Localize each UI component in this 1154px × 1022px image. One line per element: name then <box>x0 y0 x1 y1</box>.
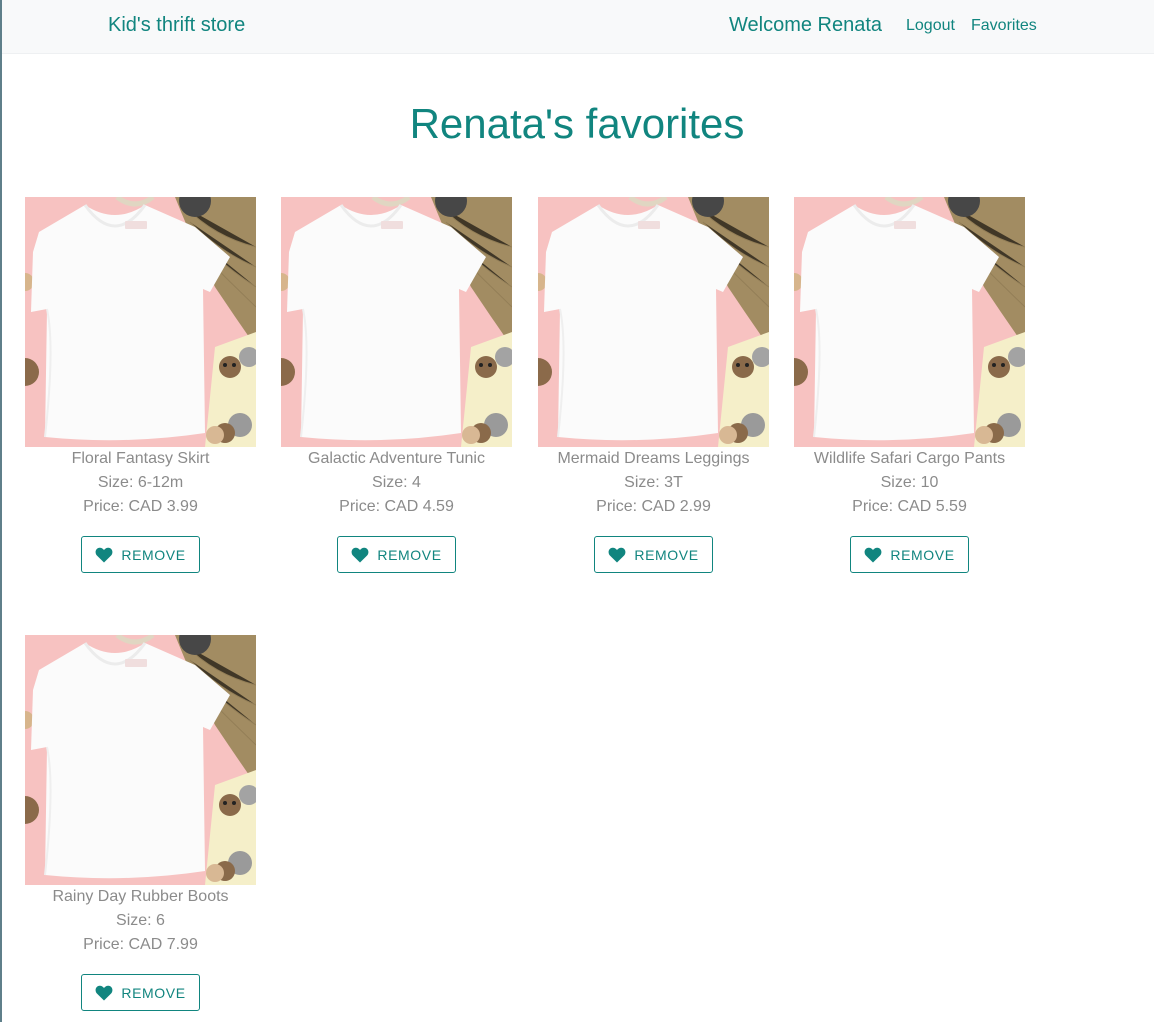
product-card: Floral Fantasy Skirt Size: 6-12m Price: … <box>25 197 256 573</box>
remove-button-label: REMOVE <box>121 546 186 563</box>
product-name: Wildlife Safari Cargo Pants <box>813 450 1006 467</box>
product-size: Size: 10 <box>880 474 939 491</box>
logout-link[interactable]: Logout <box>906 17 955 35</box>
product-price: Price: CAD 4.59 <box>339 498 454 515</box>
product-size: Size: 6 <box>116 912 165 929</box>
product-card: Rainy Day Rubber Boots Size: 6 Price: CA… <box>25 635 256 1011</box>
product-name: Rainy Day Rubber Boots <box>52 888 229 905</box>
product-price: Price: CAD 7.99 <box>83 936 198 953</box>
window-border <box>0 0 2 1022</box>
product-image[interactable] <box>25 635 256 885</box>
product-name: Floral Fantasy Skirt <box>71 450 210 467</box>
product-size: Size: 6-12m <box>97 474 184 491</box>
product-name: Galactic Adventure Tunic <box>308 450 485 467</box>
favorites-link[interactable]: Favorites <box>971 17 1037 35</box>
product-card: Mermaid Dreams Leggings Size: 3T Price: … <box>538 197 769 573</box>
remove-favorite-button[interactable]: REMOVE <box>337 536 456 573</box>
remove-button-label: REMOVE <box>121 984 186 1001</box>
product-card: Galactic Adventure Tunic Size: 4 Price: … <box>281 197 512 573</box>
product-size: Size: 3T <box>624 474 683 491</box>
product-price: Price: CAD 5.59 <box>852 498 967 515</box>
welcome-text: Welcome Renata <box>729 14 883 36</box>
remove-button-label: REMOVE <box>377 546 442 563</box>
product-image[interactable] <box>538 197 769 447</box>
remove-button-label: REMOVE <box>890 546 955 563</box>
product-card: Wildlife Safari Cargo Pants Size: 10 Pri… <box>794 197 1025 573</box>
brand-link[interactable]: Kid's thrift store <box>108 14 245 37</box>
product-name: Mermaid Dreams Leggings <box>557 450 750 467</box>
product-price: Price: CAD 2.99 <box>596 498 711 515</box>
heart-icon <box>95 547 113 563</box>
product-image[interactable] <box>25 197 256 447</box>
navbar: Kid's thrift store Welcome Renata Logout… <box>2 0 1154 54</box>
page-title: Renata's favorites <box>409 100 745 147</box>
product-price: Price: CAD 3.99 <box>83 498 198 515</box>
product-size: Size: 4 <box>372 474 421 491</box>
product-image[interactable] <box>281 197 512 447</box>
remove-favorite-button[interactable]: REMOVE <box>81 536 200 573</box>
heart-icon <box>864 547 882 563</box>
remove-favorite-button[interactable]: REMOVE <box>594 536 713 573</box>
heart-icon <box>351 547 369 563</box>
remove-button-label: REMOVE <box>634 546 699 563</box>
heart-icon <box>608 547 626 563</box>
remove-favorite-button[interactable]: REMOVE <box>850 536 969 573</box>
product-image[interactable] <box>794 197 1025 447</box>
remove-favorite-button[interactable]: REMOVE <box>81 974 200 1011</box>
heart-icon <box>95 985 113 1001</box>
